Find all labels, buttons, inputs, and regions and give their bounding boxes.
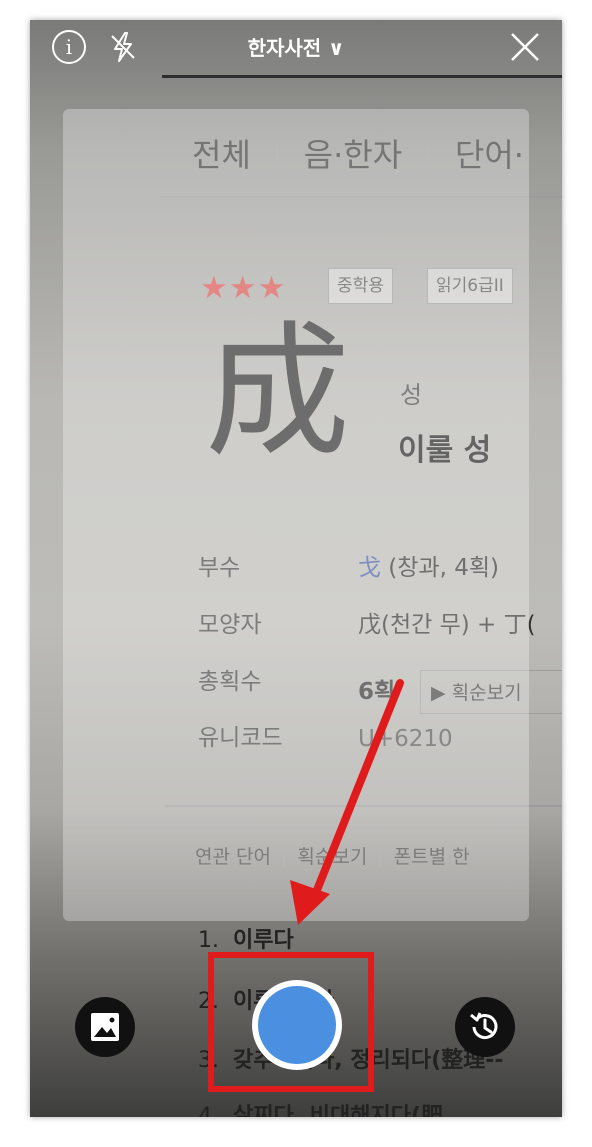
phone-screen: 전체 | 음·한자 | 단어· ★★★ 중학용 읽기6급II 成 성 이룰 성 부수 戈…	[30, 20, 562, 1117]
annotation-highlight-box	[208, 952, 374, 1092]
